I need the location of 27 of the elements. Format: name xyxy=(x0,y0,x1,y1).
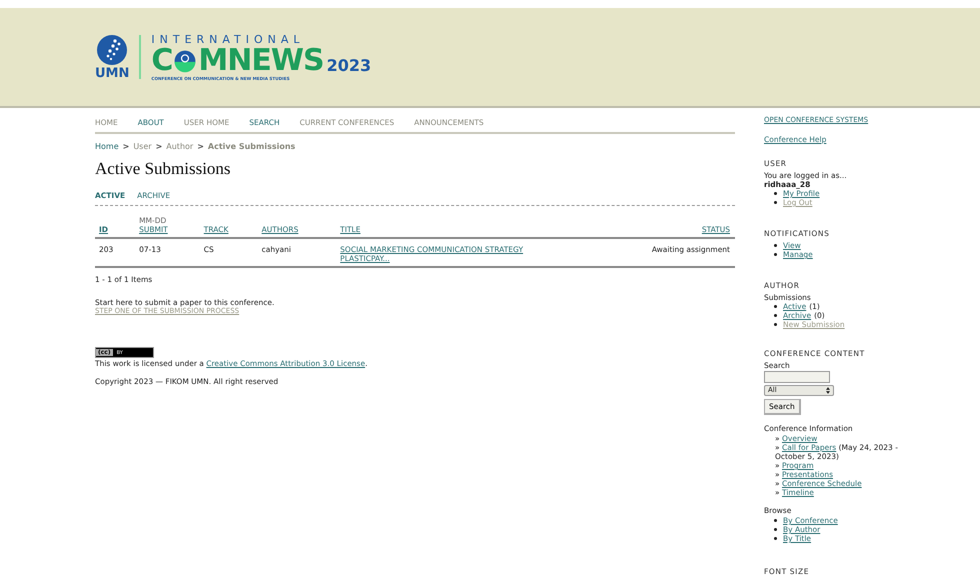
updown-arrows-icon xyxy=(826,387,830,394)
page-title: Active Submissions xyxy=(95,159,232,179)
breadcrumb-link[interactable]: Active Submissions xyxy=(208,142,296,151)
bullet-icon xyxy=(774,537,777,540)
breadcrumb-link[interactable]: Author xyxy=(166,142,194,151)
breadcrumb-separator: > xyxy=(197,142,204,151)
bullet-icon xyxy=(774,314,777,317)
breadcrumb-link[interactable]: User xyxy=(133,142,152,151)
bullet-icon xyxy=(774,305,777,308)
globe-letter-icon xyxy=(172,48,198,74)
logo-year: 2023 xyxy=(326,58,372,74)
bullet-icon xyxy=(774,201,777,204)
logo-subtitle: INTERNATIONAL xyxy=(151,33,306,46)
globe-logo-icon xyxy=(96,34,128,66)
bullet-icon xyxy=(774,192,777,195)
bullet-icon xyxy=(774,253,777,256)
umn-logo-text: UMN xyxy=(95,66,130,80)
bullet-icon xyxy=(774,244,777,247)
bullet-icon xyxy=(774,323,777,326)
bullet-icon xyxy=(774,528,777,531)
breadcrumb-link[interactable]: Home xyxy=(95,142,119,151)
logo-wordmark: MNEWS xyxy=(198,46,324,76)
breadcrumb-separator: > xyxy=(122,142,130,151)
logo-letter: C xyxy=(151,46,172,76)
breadcrumb-separator: > xyxy=(156,142,162,151)
search-input[interactable] xyxy=(764,371,830,383)
bullet-icon xyxy=(774,519,777,522)
